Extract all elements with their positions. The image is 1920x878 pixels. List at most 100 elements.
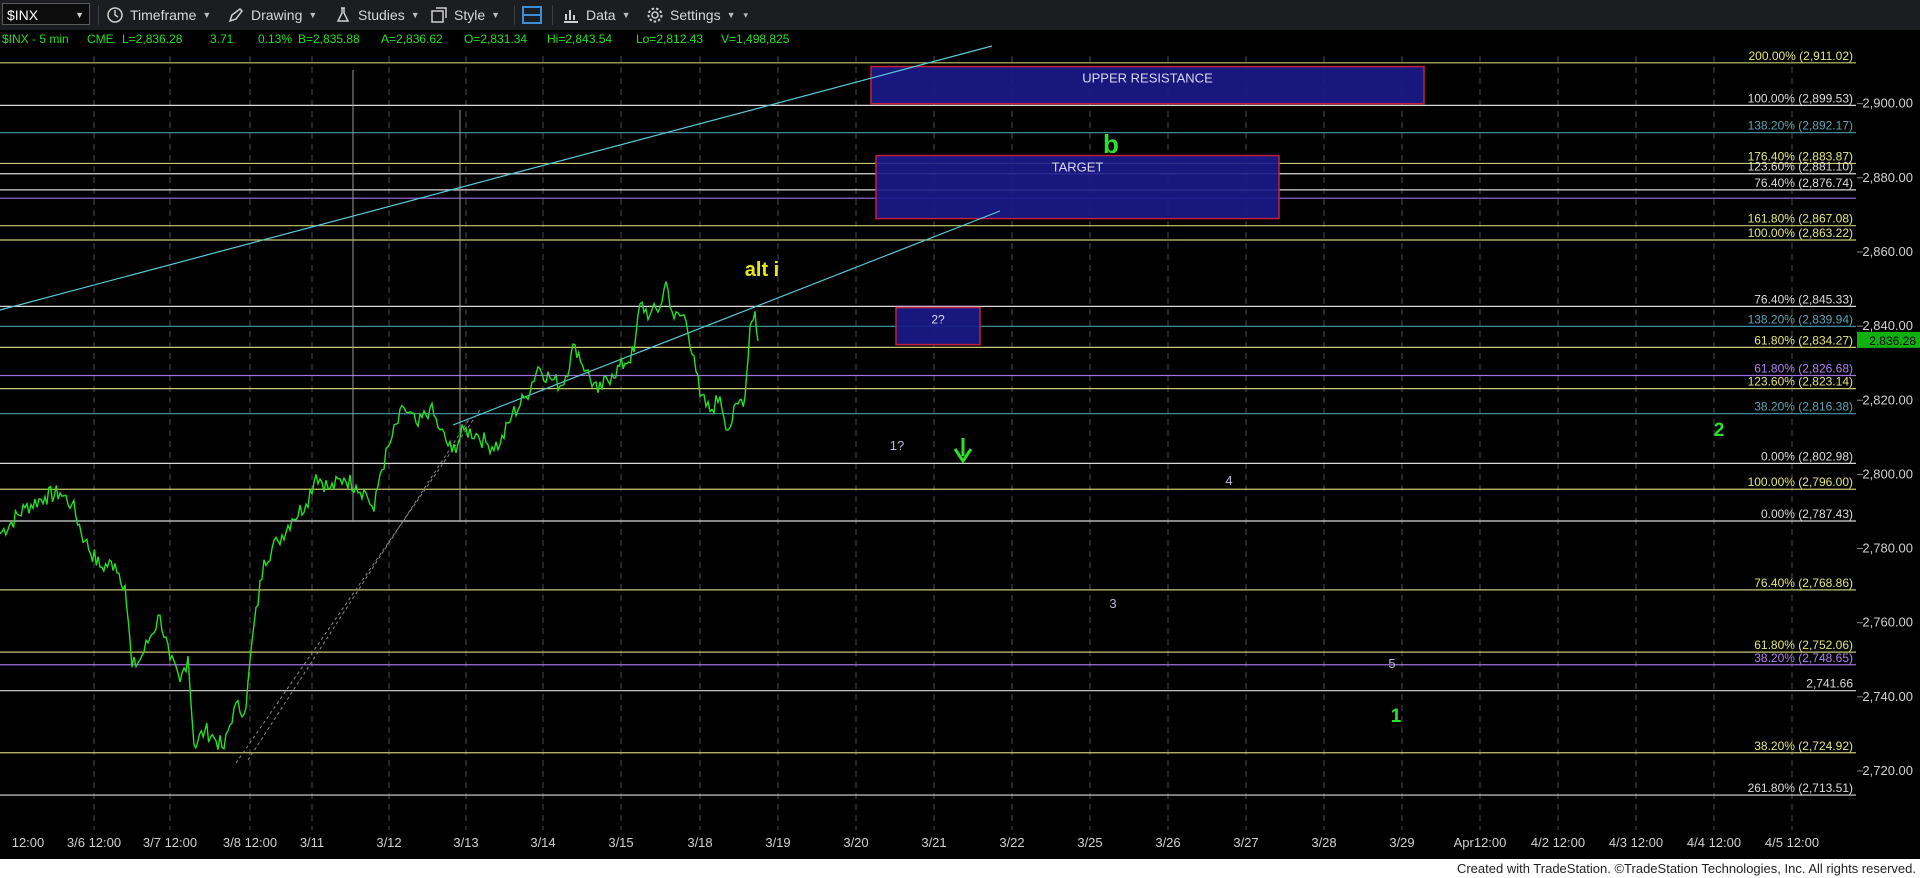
date-label: 3/14	[530, 835, 555, 850]
data-menu[interactable]: Data ▼	[562, 0, 631, 30]
studies-label: Studies	[358, 7, 405, 23]
fib-level-label: 2,741.66	[1806, 677, 1853, 691]
price-tick-label: 2,880.00	[1862, 170, 1913, 185]
layout-button[interactable]	[521, 0, 543, 30]
chevron-down-icon: ▼	[410, 10, 420, 20]
price-tick-label: 2,900.00	[1862, 96, 1913, 111]
date-label: 3/29	[1389, 835, 1414, 850]
info-change: 3.71	[210, 32, 234, 46]
fib-level-label: 38.20% (2,748.65)	[1754, 651, 1853, 665]
fib-level-label: 38.20% (2,816.38)	[1754, 400, 1853, 414]
drawing-menu[interactable]: Drawing ▼	[227, 0, 317, 30]
date-label: 3/28	[1311, 835, 1336, 850]
info-low: Lo=2,812.43	[636, 32, 703, 46]
bar-chart-icon	[564, 10, 578, 23]
date-label: Apr12:00	[1454, 835, 1507, 850]
price-tick-label: 2,840.00	[1862, 318, 1913, 333]
fib-level-label: 138.20% (2,839.94)	[1748, 312, 1853, 326]
date-label: 3/7 12:00	[143, 835, 197, 850]
fib-level-label: 76.40% (2,845.33)	[1754, 292, 1853, 306]
wave-label: 1?	[890, 438, 904, 453]
date-label: 3/26	[1155, 835, 1180, 850]
fib-level-label: 0.00% (2,787.43)	[1761, 507, 1853, 521]
date-label: 3/21	[921, 835, 946, 850]
date-label: 3/22	[999, 835, 1024, 850]
gear-icon	[647, 7, 663, 23]
style-label: Style	[454, 7, 486, 23]
price-tick-label: 2,720.00	[1862, 763, 1913, 778]
info-ask: A=2,836.62	[381, 32, 443, 46]
date-label: 3/12	[376, 835, 401, 850]
chart-area[interactable]: 200.00% (2,911.02)100.00% (2,899.53)138.…	[0, 30, 1920, 859]
wave-label: 2	[1714, 420, 1725, 441]
chevron-down-icon: ▼	[75, 10, 84, 20]
chevron-down-icon: ▼	[621, 10, 631, 20]
symbol-selector[interactable]: $INX ▼	[2, 3, 90, 25]
timeframe-menu[interactable]: Timeframe ▼	[106, 0, 211, 30]
toolbar-divider	[552, 5, 553, 25]
pencil-icon	[228, 8, 243, 23]
chart-background	[0, 30, 1920, 859]
fib-level-label: 100.00% (2,863.22)	[1748, 226, 1853, 240]
date-label: 4/5 12:00	[1765, 835, 1819, 850]
wave-label: 4	[1225, 473, 1232, 488]
info-exchange: CME	[87, 32, 114, 46]
symbol-text: $INX	[7, 7, 39, 23]
date-label: 3/13	[453, 835, 478, 850]
fib-level-label: 38.20% (2,724.92)	[1754, 739, 1853, 753]
settings-menu[interactable]: Settings ▼ ▾	[646, 0, 748, 30]
footer: Created with TradeStation. ©TradeStation…	[0, 859, 1920, 878]
fib-level-label: 100.00% (2,899.53)	[1748, 91, 1853, 105]
info-open: O=2,831.34	[464, 32, 527, 46]
date-label: 4/2 12:00	[1531, 835, 1585, 850]
copyright-text: Created with TradeStation. ©TradeStation…	[1456, 861, 1916, 876]
price-tick-label: 2,800.00	[1862, 466, 1913, 481]
chevron-down-icon: ▼	[491, 10, 501, 20]
date-label: 3/6 12:00	[67, 835, 121, 850]
price-tick-label: 2,820.00	[1862, 392, 1913, 407]
date-label: 3/15	[608, 835, 633, 850]
info-last: L=2,836.28	[122, 32, 183, 46]
wave-label: 5	[1388, 656, 1395, 671]
chevron-down-icon: ▼	[726, 10, 736, 20]
date-label: 3/27	[1233, 835, 1258, 850]
price-tick-label: 2,740.00	[1862, 689, 1913, 704]
fib-level-label: 76.40% (2,768.86)	[1754, 576, 1853, 590]
date-label: 3/25	[1077, 835, 1102, 850]
fib-level-label: 61.80% (2,826.68)	[1754, 361, 1853, 375]
data-label: Data	[586, 7, 616, 23]
info-volume: V=1,498,825	[721, 32, 790, 46]
clock-icon	[107, 7, 123, 23]
price-tick-label: 2,760.00	[1862, 615, 1913, 630]
fib-level-label: 123.60% (2,823.14)	[1748, 375, 1853, 389]
date-label: 12:00	[12, 835, 45, 850]
fib-level-label: 100.00% (2,796.00)	[1748, 475, 1853, 489]
date-label: 4/3 12:00	[1609, 835, 1663, 850]
zone-box-label: TARGET	[1052, 160, 1104, 175]
fib-level-label: 200.00% (2,911.02)	[1748, 49, 1853, 63]
date-label: 3/19	[765, 835, 790, 850]
wave-label: alt i	[745, 259, 779, 281]
wave-label: 1	[1391, 706, 1402, 727]
layout-icon	[522, 6, 542, 24]
chevron-down-icon: ▼	[308, 10, 318, 20]
chevron-down-icon: ▼	[202, 10, 212, 20]
toolbar: $INX ▼ Timeframe ▼ Drawing ▼ Studies ▼ Style…	[0, 0, 1920, 31]
style-menu[interactable]: Style ▼	[430, 0, 500, 30]
settings-label: Settings	[670, 7, 721, 23]
info-bid: B=2,835.88	[298, 32, 360, 46]
fib-level-label: 138.20% (2,892.17)	[1748, 119, 1853, 133]
info-symbol: $INX - 5 min	[2, 32, 69, 46]
date-label: 4/4 12:00	[1687, 835, 1741, 850]
price-tick-label: 2,780.00	[1862, 541, 1913, 556]
fib-level-label: 76.40% (2,876.74)	[1754, 176, 1853, 190]
zone-box-label: UPPER RESISTANCE	[1082, 71, 1213, 86]
drawing-label: Drawing	[251, 7, 303, 23]
date-label: 3/20	[843, 835, 868, 850]
date-label: 3/11	[300, 835, 324, 850]
style-icon	[431, 7, 447, 23]
toolbar-divider	[514, 5, 515, 25]
flask-icon	[336, 7, 350, 22]
chevron-down-icon: ▾	[743, 9, 749, 20]
studies-menu[interactable]: Studies ▼	[334, 0, 420, 30]
